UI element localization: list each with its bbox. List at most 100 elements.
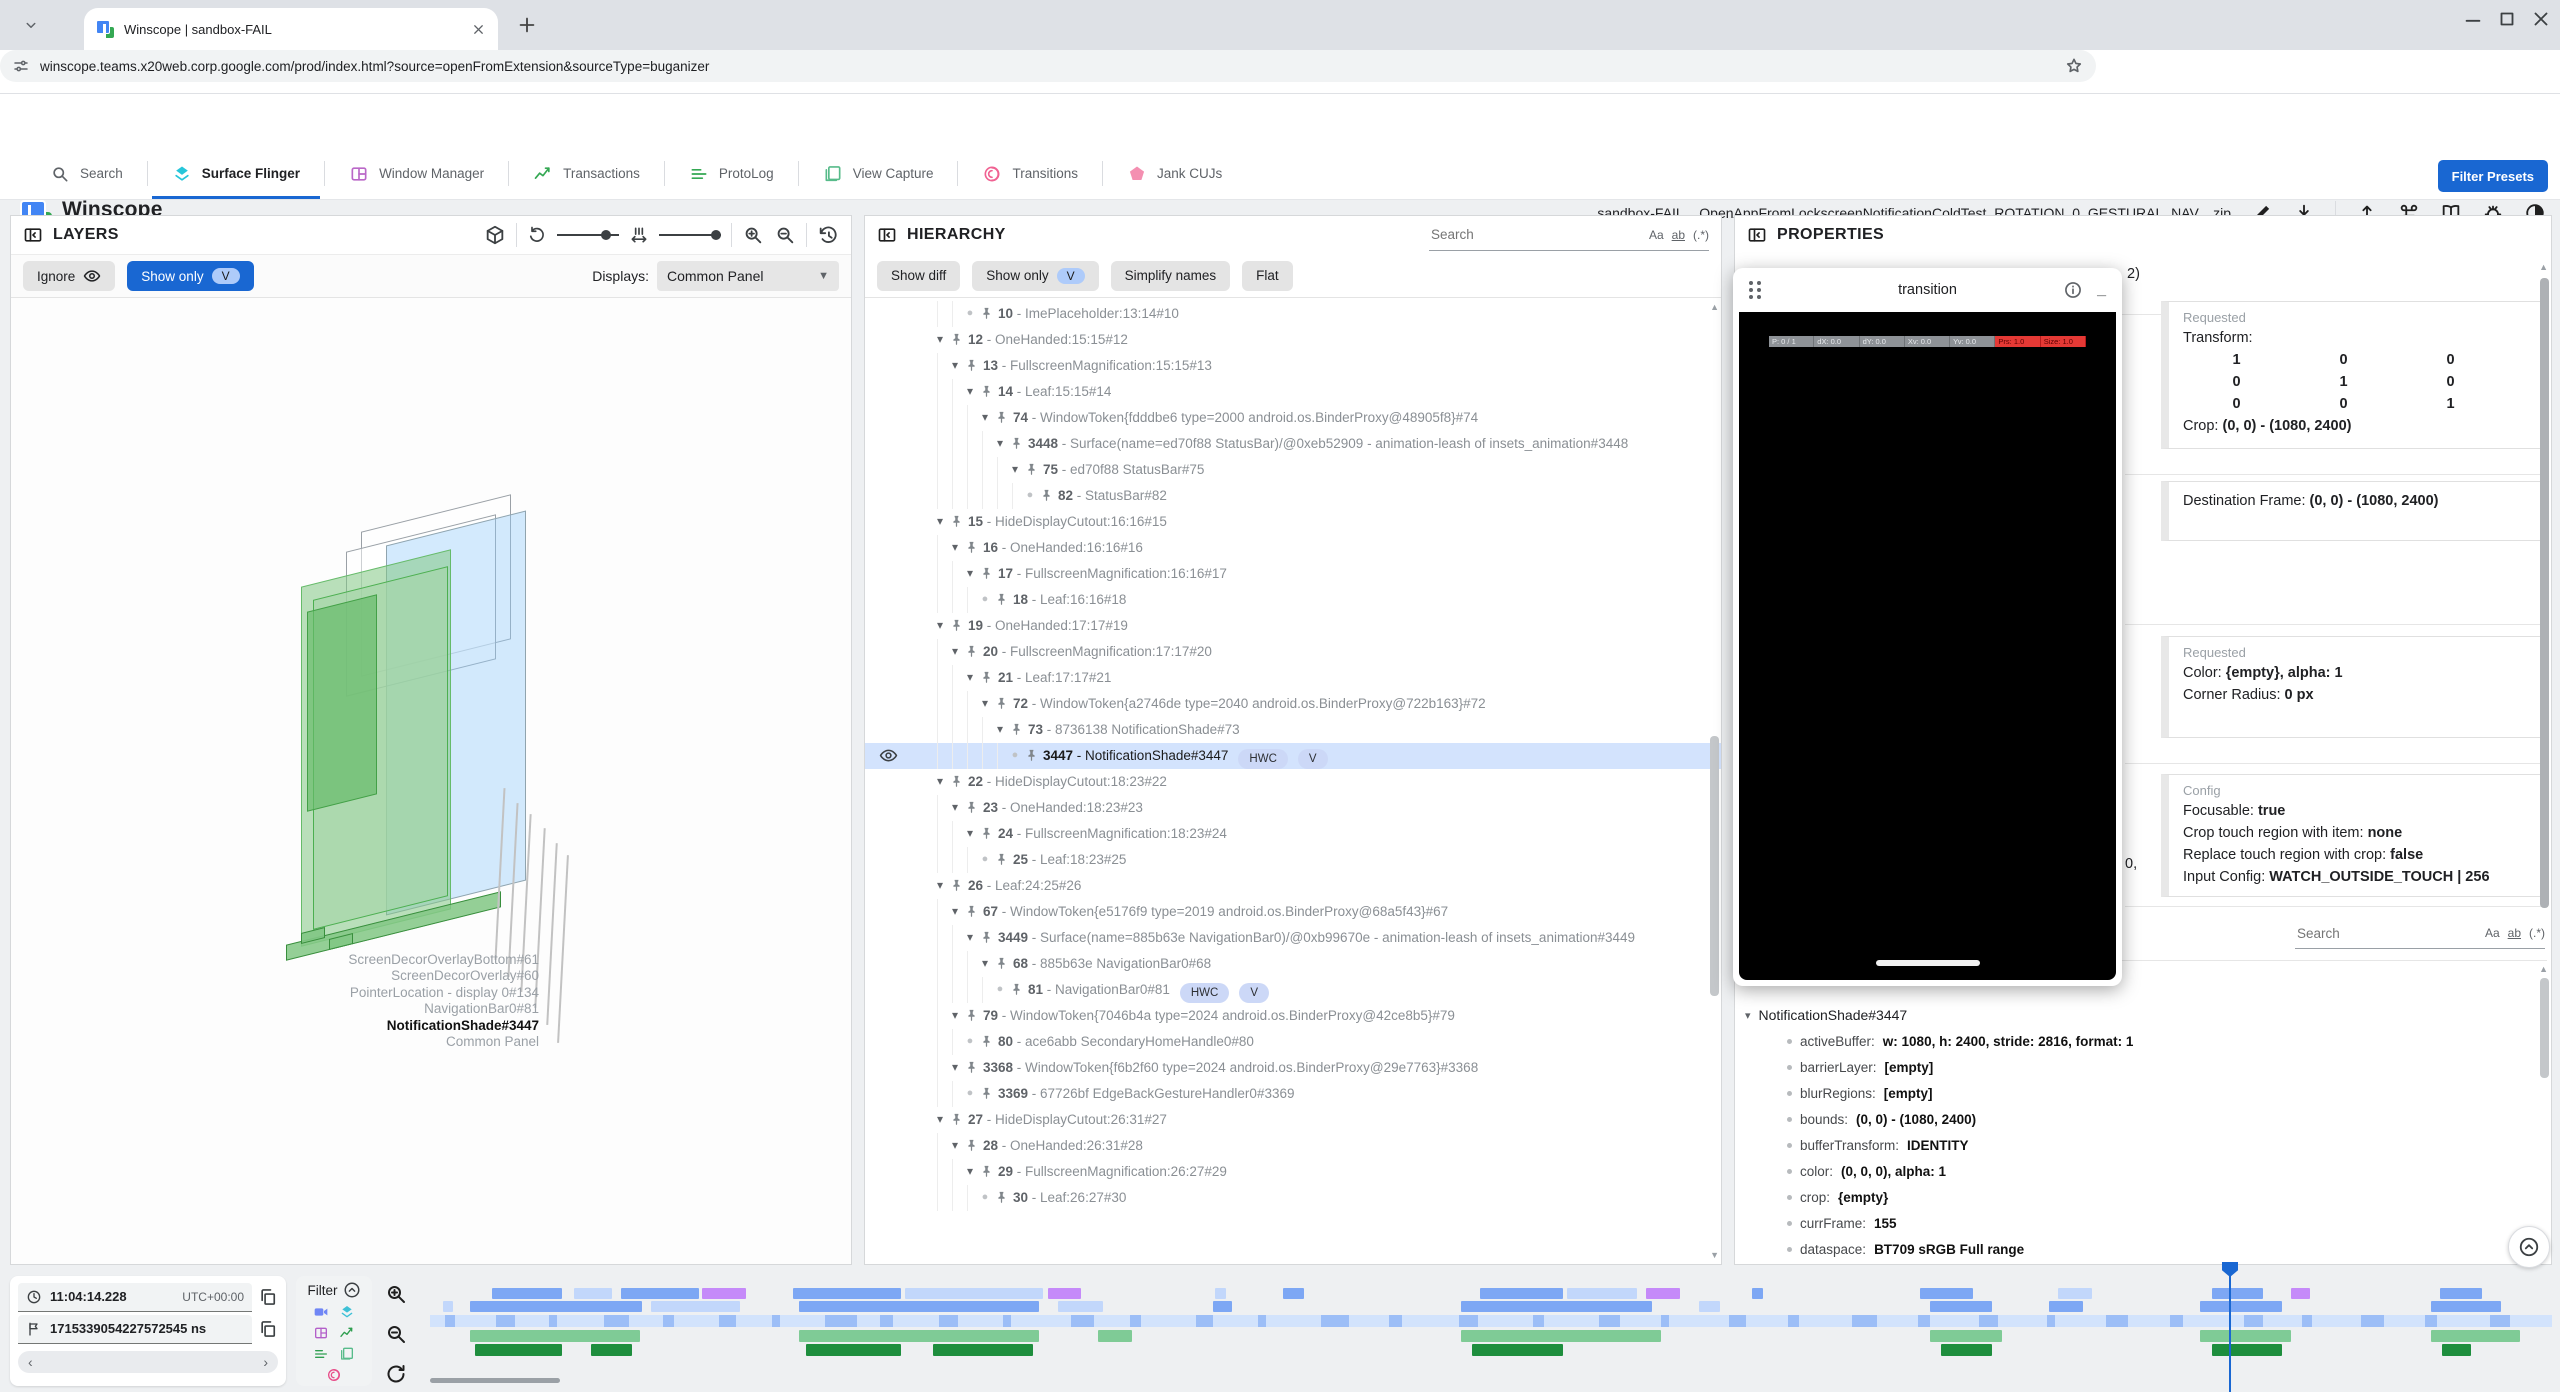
tree-node-16[interactable]: ▾16 - OneHanded:16:16#16 [865,535,1721,561]
timeline-segment[interactable] [1461,1301,1652,1312]
pin-icon[interactable] [979,1034,994,1049]
timeline-segment[interactable] [475,1344,562,1356]
timeline-zoom-out-icon[interactable] [384,1322,408,1346]
expand-arrow-icon[interactable]: ▾ [931,613,949,638]
timeline-segment[interactable] [2200,1330,2291,1342]
timeline-segment[interactable] [1941,1344,1992,1356]
next-frame-button[interactable]: › [263,1354,268,1370]
minimize-preview-icon[interactable]: _ [2097,281,2106,299]
tree-node-3447[interactable]: ●3447 - NotificationShade#3447HWCV [865,743,1721,769]
pin-icon[interactable] [979,566,994,581]
node-property-dataspace[interactable]: dataspace:BT709 sRGB Full range [1745,1236,2535,1262]
expand-arrow-icon[interactable]: ▾ [946,1003,964,1028]
timeline-segment[interactable] [2049,1301,2083,1312]
expand-arrow-icon[interactable]: ▾ [1006,457,1024,482]
new-tab-button[interactable] [516,14,538,36]
tree-node-20[interactable]: ▾20 - FullscreenMagnification:17:17#20 [865,639,1721,665]
tab-search-icon[interactable] [22,16,40,34]
expand-arrow-icon[interactable]: ▾ [976,405,994,430]
tree-node-26[interactable]: ▾26 - Leaf:24:25#26 [865,873,1721,899]
show-only-v-toggle[interactable]: Show only V [127,261,253,291]
tree-node-27[interactable]: ▾27 - HideDisplayCutout:26:31#27 [865,1107,1721,1133]
layer-label[interactable]: ScreenDecorOverlay#60 [11,968,539,984]
pin-icon[interactable] [1009,436,1024,451]
tree-node-28[interactable]: ▾28 - OneHanded:26:31#28 [865,1133,1721,1159]
timeline-segment[interactable] [1646,1288,1680,1299]
expand-arrow-icon[interactable]: ▾ [961,925,979,950]
search-flags[interactable]: Aaab(.*) [2485,926,2545,940]
tree-node-3369[interactable]: ●3369 - 67726bf EdgeBackGestureHandler0#… [865,1081,1721,1107]
pin-icon[interactable] [979,1086,994,1101]
tree-node-13[interactable]: ▾13 - FullscreenMagnification:15:15#13 [865,353,1721,379]
pin-icon[interactable] [979,1164,994,1179]
pin-icon[interactable] [994,696,1009,711]
timeline-segment[interactable] [1058,1301,1103,1312]
node-property-blurRegions[interactable]: blurRegions:[empty] [1745,1080,2535,1106]
layer-label[interactable]: Common Panel [11,1034,539,1050]
node-property-crop[interactable]: crop:{empty} [1745,1184,2535,1210]
tx-trace-filter-icon[interactable] [339,1325,355,1341]
scroll-to-top-button[interactable] [2508,1226,2550,1268]
expand-arrow-icon[interactable]: ▾ [931,873,949,898]
pin-icon[interactable] [964,540,979,555]
tab-view-capture[interactable]: View Capture [799,148,958,199]
tree-node-30[interactable]: ●30 - Leaf:26:27#30 [865,1185,1721,1211]
pin-icon[interactable] [979,384,994,399]
show-only-v-button[interactable]: Show onlyV [972,261,1098,291]
expand-arrow-icon[interactable]: ▾ [946,353,964,378]
timeline-segment[interactable] [1215,1288,1226,1299]
timeline-segment[interactable] [1567,1288,1637,1299]
selected-trace-band[interactable] [430,1315,2552,1327]
tab-surface-flinger[interactable]: Surface Flinger [148,148,324,199]
tree-node-22[interactable]: ▾22 - HideDisplayCutout:18:23#22 [865,769,1721,795]
timeline-segment[interactable] [1752,1288,1763,1299]
tree-node-75[interactable]: ▾75 - ed70f88 StatusBar#75 [865,457,1721,483]
timeline-segment[interactable] [2212,1344,2282,1356]
flat-button[interactable]: Flat [1242,261,1293,291]
timeline-zoom-in-icon[interactable] [384,1282,408,1306]
pin-icon[interactable] [964,1138,979,1153]
timeline-segment[interactable] [1920,1288,1973,1299]
tree-node-68[interactable]: ▾68 - 885b63e NavigationBar0#68 [865,951,1721,977]
wm-trace-filter-icon[interactable] [313,1325,329,1341]
timeline-canvas[interactable] [430,1276,2552,1388]
pin-icon[interactable] [964,358,979,373]
filter-presets-button[interactable]: Filter Presets [2438,160,2548,192]
scroll-up-arrow[interactable]: ▲ [1710,302,1719,312]
tree-node-12[interactable]: ▾12 - OneHanded:15:15#12 [865,327,1721,353]
pin-icon[interactable] [994,956,1009,971]
camera-trace-filter-icon[interactable] [313,1304,329,1320]
search-flag[interactable]: ab [2508,926,2521,940]
tab-search[interactable]: Search [26,148,147,199]
tree-node-18[interactable]: ●18 - Leaf:16:16#18 [865,587,1721,613]
tree-node-74[interactable]: ▾74 - WindowToken{fdddbe6 type=2000 andr… [865,405,1721,431]
hierarchy-scrollbar[interactable] [1710,736,1719,996]
expand-arrow-icon[interactable]: ▾ [976,951,994,976]
timeline-segment[interactable] [1098,1330,1132,1342]
sf-trace-filter-icon[interactable] [339,1304,355,1320]
rotation-slider[interactable] [557,234,619,236]
timeline-segment[interactable] [1930,1301,1992,1312]
timeline-segment[interactable] [621,1288,700,1299]
ns-time-field[interactable]: 1715339054227572545 ns [18,1315,252,1344]
timeline-cursor-handle[interactable] [2222,1262,2238,1277]
hierarchy-search-input[interactable] [1429,226,1643,243]
tree-node-3368[interactable]: ▾3368 - WindowToken{f6b2f60 type=2024 an… [865,1055,1721,1081]
timeline-reset-icon[interactable] [384,1362,408,1386]
expand-arrow-icon[interactable]: ▾ [931,1107,949,1132]
scroll-up-arrow[interactable]: ▲ [2539,262,2548,272]
scroll-up-arrow[interactable]: ▲ [2539,964,2548,974]
tree-node-15[interactable]: ▾15 - HideDisplayCutout:16:16#15 [865,509,1721,535]
pin-icon[interactable] [949,332,964,347]
tree-node-67[interactable]: ▾67 - WindowToken{e5176f9 type=2019 andr… [865,899,1721,925]
expand-arrow-icon[interactable]: ▾ [961,561,979,586]
tree-node-21[interactable]: ▾21 - Leaf:17:17#21 [865,665,1721,691]
transitions-trace-filter-icon[interactable] [326,1367,342,1383]
search-flag[interactable]: Aa [1649,228,1664,242]
copy-ns-icon[interactable] [258,1319,278,1339]
tab-protolog[interactable]: ProtoLog [665,148,798,199]
expand-arrow-icon[interactable]: ▾ [991,431,1009,456]
tree-node-81[interactable]: ●81 - NavigationBar0#81HWCV [865,977,1721,1003]
pin-icon[interactable] [949,514,964,529]
timeline-segment[interactable] [2212,1288,2263,1299]
